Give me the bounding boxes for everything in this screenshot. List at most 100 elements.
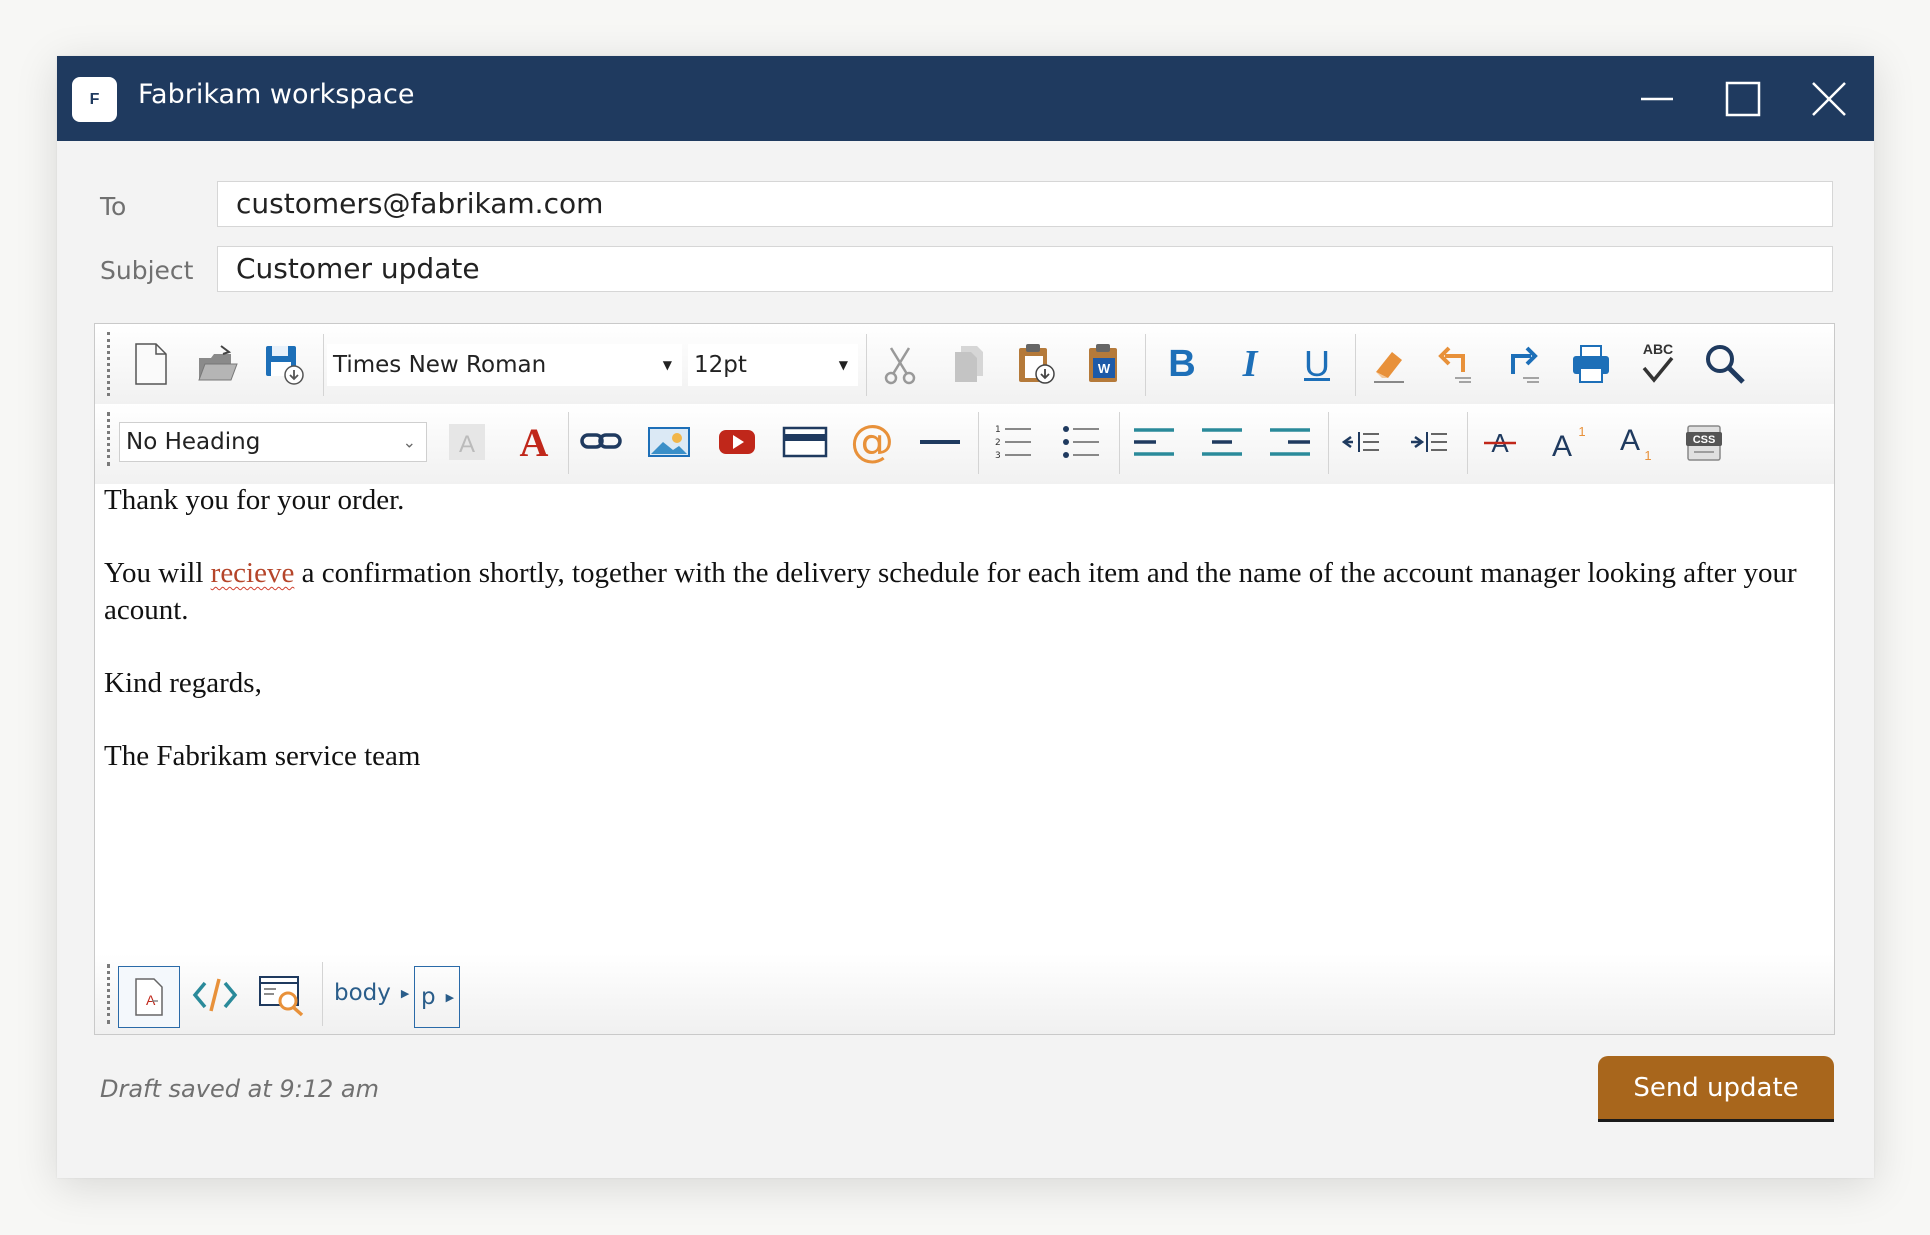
save-icon bbox=[266, 346, 304, 385]
save-button[interactable] bbox=[259, 339, 309, 389]
open-button[interactable] bbox=[192, 339, 242, 389]
bold-button[interactable]: B bbox=[1157, 339, 1207, 389]
highlight-color-button[interactable]: A bbox=[442, 417, 492, 467]
copy-button[interactable] bbox=[944, 339, 994, 389]
toolbar-separator bbox=[1328, 412, 1329, 474]
toolbar-row-1: Times New Roman ▼ 12pt ▼ W B I U ABC bbox=[95, 324, 1834, 404]
font-size-select[interactable]: 12pt ▼ bbox=[688, 344, 858, 386]
css-class-button[interactable]: CSS bbox=[1679, 417, 1729, 467]
insert-email-button[interactable]: @ bbox=[847, 417, 897, 467]
heading-select[interactable]: No Heading ⌄ bbox=[119, 422, 427, 462]
insert-iframe-button[interactable] bbox=[780, 417, 830, 467]
print-button[interactable] bbox=[1566, 339, 1616, 389]
bulleted-list-icon bbox=[1063, 426, 1099, 458]
insert-image-button[interactable] bbox=[644, 417, 694, 467]
editor-content[interactable]: Thank you for your order. You will recie… bbox=[104, 482, 1814, 811]
italic-button[interactable]: I bbox=[1225, 339, 1275, 389]
redo-button[interactable] bbox=[1498, 339, 1548, 389]
css-label: CSS bbox=[1693, 434, 1716, 446]
clear-formatting-button[interactable] bbox=[1363, 339, 1413, 389]
font-size-value: 12pt bbox=[694, 352, 747, 378]
maximize-button[interactable] bbox=[1720, 76, 1766, 122]
minimize-button[interactable] bbox=[1634, 76, 1680, 122]
design-view-button[interactable]: A bbox=[118, 966, 180, 1028]
superscript-letter: A bbox=[1552, 430, 1572, 463]
subscript-digit: 1 bbox=[1644, 448, 1651, 463]
video-icon bbox=[719, 430, 755, 454]
font-color-button[interactable]: A bbox=[509, 417, 559, 467]
horizontal-rule-icon bbox=[920, 440, 960, 444]
align-left-icon bbox=[1134, 428, 1174, 456]
scissors-icon bbox=[884, 347, 916, 385]
toolbar-grip[interactable] bbox=[107, 332, 110, 396]
to-field[interactable]: customers@fabrikam.com bbox=[217, 181, 1833, 227]
spellcheck-button[interactable]: ABC bbox=[1633, 339, 1683, 389]
insert-link-button[interactable] bbox=[576, 417, 626, 467]
link-icon bbox=[580, 433, 622, 449]
preview-button[interactable] bbox=[257, 970, 307, 1020]
subscript-icon: A1 bbox=[1620, 424, 1652, 463]
font-family-value: Times New Roman bbox=[333, 352, 547, 378]
strikethrough-button[interactable]: A bbox=[1475, 417, 1525, 467]
misspelled-word[interactable]: recieve bbox=[211, 557, 295, 589]
toolbar-separator bbox=[1119, 412, 1120, 474]
body-paragraph: Thank you for your order. bbox=[104, 484, 405, 516]
superscript-button[interactable]: A1 bbox=[1543, 417, 1593, 467]
close-button[interactable] bbox=[1806, 76, 1852, 122]
align-center-button[interactable] bbox=[1197, 417, 1247, 467]
toolbar-separator bbox=[1467, 412, 1468, 474]
body-paragraph: The Fabrikam service team bbox=[104, 740, 421, 772]
paste-button[interactable] bbox=[1012, 339, 1062, 389]
toolbar-grip[interactable] bbox=[107, 964, 110, 1024]
body-text: a confirmation shortly, together with th… bbox=[104, 557, 1797, 626]
toolbar-separator bbox=[1145, 334, 1146, 396]
toolbar-separator bbox=[568, 412, 569, 474]
italic-icon: I bbox=[1242, 343, 1258, 385]
font-family-select[interactable]: Times New Roman ▼ bbox=[327, 344, 682, 386]
paste-from-word-button[interactable]: W bbox=[1080, 339, 1130, 389]
insert-video-button[interactable] bbox=[712, 417, 762, 467]
paste-word-icon: W bbox=[1089, 344, 1117, 382]
cut-button[interactable] bbox=[876, 339, 926, 389]
to-label: To bbox=[100, 192, 127, 221]
maximize-icon bbox=[1725, 81, 1761, 117]
html-view-button[interactable] bbox=[190, 970, 240, 1020]
design-view-icon: A bbox=[135, 978, 163, 1016]
send-update-button[interactable]: Send update bbox=[1598, 1056, 1834, 1122]
chevron-down-icon: ▼ bbox=[662, 358, 672, 372]
breadcrumb-item-p[interactable]: p ▶ bbox=[414, 966, 460, 1028]
breadcrumb-item-body[interactable]: body ▶ bbox=[334, 980, 409, 1006]
toolbar-separator bbox=[323, 334, 324, 396]
superscript-digit: 1 bbox=[1578, 424, 1585, 439]
svg-text:3: 3 bbox=[995, 451, 1001, 461]
align-left-button[interactable] bbox=[1129, 417, 1179, 467]
subject-field[interactable]: Customer update bbox=[217, 246, 1833, 292]
horizontal-rule-button[interactable] bbox=[915, 417, 965, 467]
new-document-button[interactable] bbox=[125, 339, 175, 389]
breadcrumb-label: body bbox=[334, 980, 391, 1006]
undo-button[interactable] bbox=[1430, 339, 1480, 389]
underline-button[interactable]: U bbox=[1292, 339, 1342, 389]
search-icon bbox=[1706, 345, 1745, 384]
triangle-right-icon: ▶ bbox=[400, 986, 410, 1000]
find-button[interactable] bbox=[1700, 339, 1750, 389]
subject-label: Subject bbox=[100, 256, 194, 285]
chevron-down-icon: ▼ bbox=[838, 358, 848, 372]
spellcheck-icon: ABC bbox=[1642, 341, 1674, 383]
app-logo-letter: F bbox=[89, 90, 100, 108]
at-sign-icon: @ bbox=[850, 418, 894, 466]
svg-text:A: A bbox=[520, 420, 549, 464]
toolbar-grip[interactable] bbox=[107, 412, 110, 466]
numbered-list-button[interactable]: 1 2 3 bbox=[988, 417, 1038, 467]
indent-button[interactable] bbox=[1404, 417, 1454, 467]
breadcrumb-label: p bbox=[421, 984, 436, 1010]
chevron-down-icon: ⌄ bbox=[402, 432, 416, 452]
font-color-icon: A bbox=[520, 420, 549, 464]
subscript-button[interactable]: A1 bbox=[1611, 417, 1661, 467]
strikethrough-icon: A bbox=[1484, 428, 1516, 458]
outdent-button[interactable] bbox=[1336, 417, 1386, 467]
title-bar: F Fabrikam workspace bbox=[57, 56, 1874, 141]
align-right-button[interactable] bbox=[1265, 417, 1315, 467]
bulleted-list-button[interactable] bbox=[1056, 417, 1106, 467]
outdent-icon bbox=[1341, 432, 1379, 452]
